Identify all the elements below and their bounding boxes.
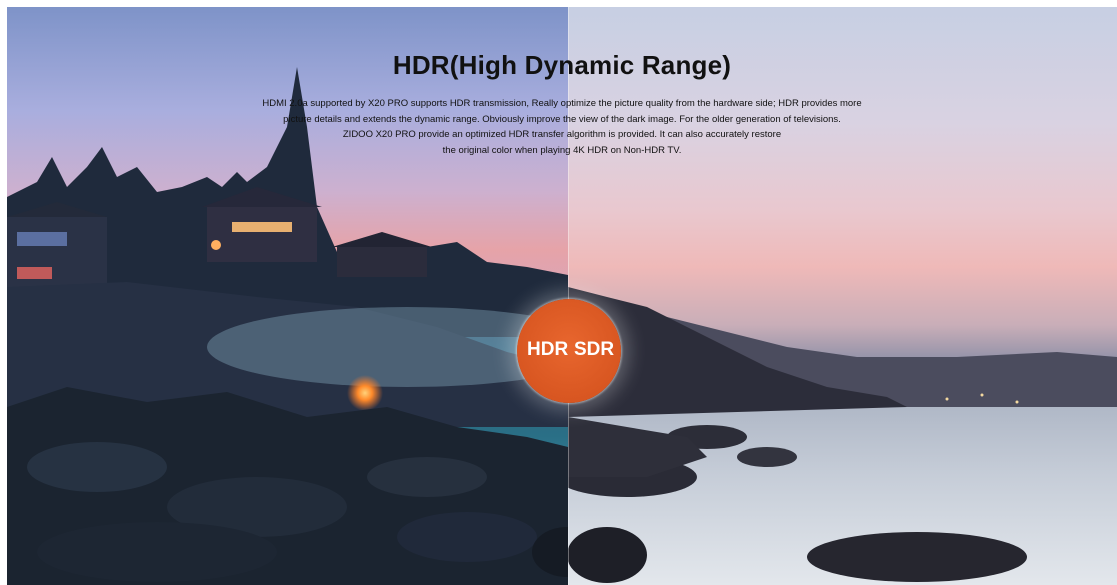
description-line: the original color when playing 4K HDR o… xyxy=(442,144,682,156)
hdr-sdr-badge: HDR SDR xyxy=(517,299,621,403)
description-line: picture details and extends the dynamic … xyxy=(283,113,841,125)
description: HDMI 2.0a supported by X20 PRO supports … xyxy=(7,96,1117,158)
hdr-scene-image xyxy=(7,7,568,585)
sdr-image-half xyxy=(568,7,1117,585)
page-title: HDR(High Dynamic Range) xyxy=(392,50,732,80)
sdr-label: SDR xyxy=(574,339,615,360)
split-divider xyxy=(568,7,569,585)
description-line: ZIDOO X20 PRO provide an optimized HDR t… xyxy=(342,129,782,140)
hdr-label: HDR xyxy=(527,339,569,360)
hdr-comparison-banner: HDR(High Dynamic Range) HDMI 2.0a suppor… xyxy=(7,7,1117,585)
hdr-image-half xyxy=(7,7,568,585)
description-line: HDMI 2.0a supported by X20 PRO supports … xyxy=(262,98,862,109)
sdr-scene-image xyxy=(568,7,1117,585)
